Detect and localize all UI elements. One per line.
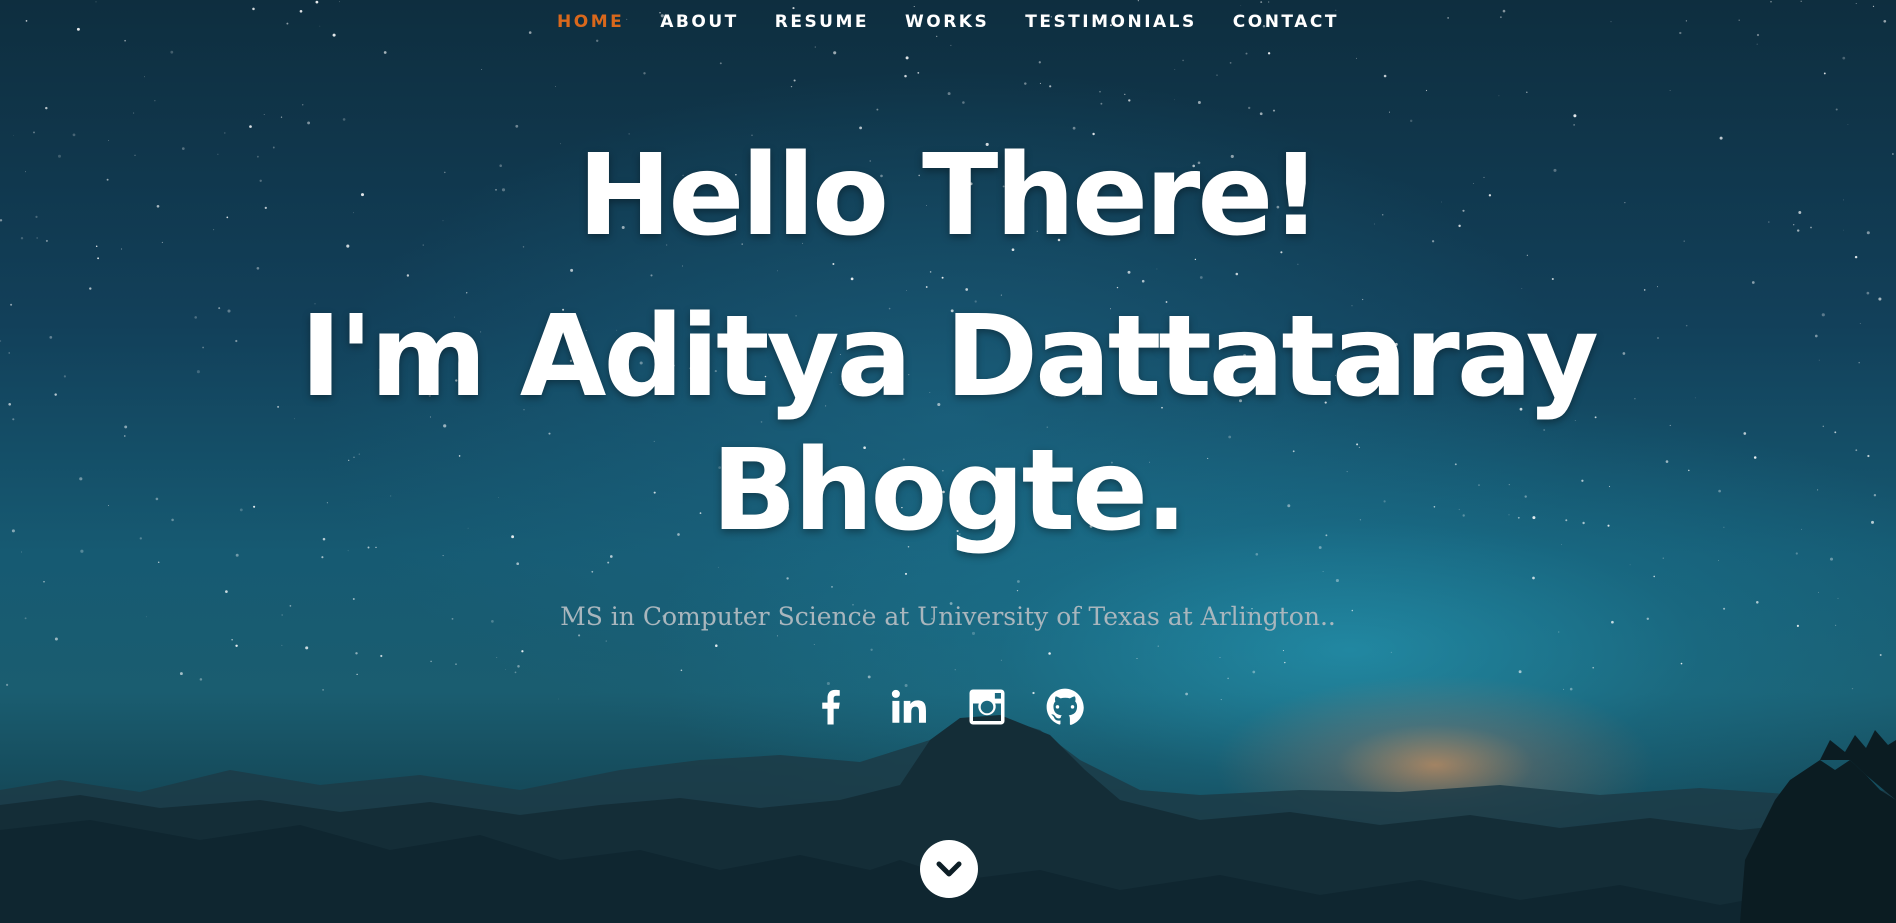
linkedin-link[interactable] <box>888 686 930 732</box>
instagram-icon <box>969 689 1005 725</box>
github-icon <box>1046 688 1084 725</box>
nav-link-resume[interactable]: RESUME <box>775 12 869 32</box>
nav-link-contact[interactable]: CONTACT <box>1233 12 1339 32</box>
banner-text: Hello There! I'm Aditya Dattataray Bhogt… <box>0 130 1896 631</box>
nav-item-testimonials[interactable]: TESTIMONIALS <box>1025 12 1197 32</box>
name-heading: I'm Aditya Dattataray Bhogte. <box>300 292 1599 556</box>
nav-item-contact[interactable]: CONTACT <box>1233 12 1339 32</box>
nav-item-resume[interactable]: RESUME <box>775 12 869 32</box>
linkedin-icon <box>891 689 926 723</box>
nav-link-about[interactable]: ABOUT <box>660 12 738 32</box>
nav-link-works[interactable]: WORKS <box>905 12 989 32</box>
hero-section: HOME ABOUT RESUME WORKS TESTIMONIALS CON… <box>0 0 1896 923</box>
chevron-down-icon <box>936 861 962 877</box>
instagram-link[interactable] <box>966 686 1008 732</box>
scroll-down-button[interactable] <box>920 840 978 898</box>
social-links <box>0 686 1896 732</box>
nav-item-works[interactable]: WORKS <box>905 12 989 32</box>
main-navigation: HOME ABOUT RESUME WORKS TESTIMONIALS CON… <box>0 12 1896 32</box>
facebook-icon <box>822 689 840 725</box>
facebook-link[interactable] <box>810 686 852 732</box>
subtitle: MS in Computer Science at University of … <box>560 602 1336 631</box>
greeting-heading: Hello There! <box>577 131 1322 261</box>
nav-item-about[interactable]: ABOUT <box>660 12 738 32</box>
nav-link-home[interactable]: HOME <box>557 12 624 32</box>
nav-link-testimonials[interactable]: TESTIMONIALS <box>1025 12 1197 32</box>
nav-item-home[interactable]: HOME <box>557 12 624 32</box>
github-link[interactable] <box>1044 686 1086 732</box>
